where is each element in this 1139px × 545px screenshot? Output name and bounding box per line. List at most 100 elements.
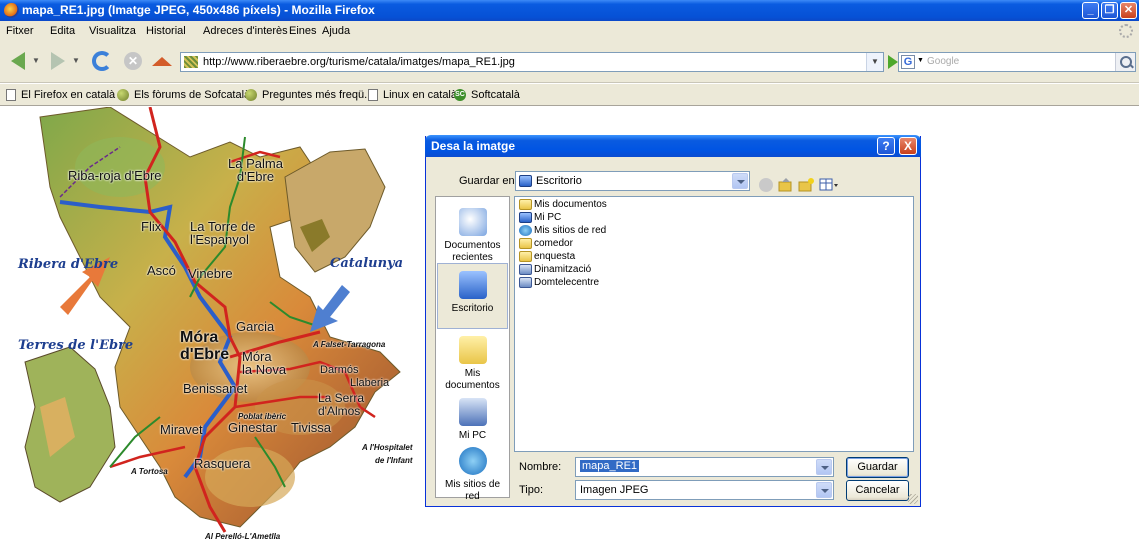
list-item[interactable]: enquesta [519,251,575,262]
menu-history[interactable]: Historial [146,25,186,37]
folder-icon [519,199,532,210]
file-type-value: Imagen JPEG [580,484,649,496]
page-icon [6,89,16,101]
view-menu-icon[interactable] [819,177,839,193]
menu-edit[interactable]: Edita [50,25,75,37]
address-bar[interactable]: http://www.riberaebre.org/turisme/catala… [180,52,884,72]
desktop-icon [458,271,487,299]
file-type-select[interactable]: Imagen JPEG [575,480,834,500]
map-label-garcia: Garcia [236,319,275,334]
map-label-hospitalet: A l'Hospitalet de l'Infant [362,443,413,465]
google-engine-icon[interactable]: G [901,55,915,69]
up-folder-icon[interactable] [778,177,794,193]
help-button[interactable]: ? [877,137,895,155]
filename-input[interactable]: mapa_RE1 [575,457,834,477]
url-text[interactable]: http://www.riberaebre.org/turisme/catala… [203,56,515,68]
menu-help[interactable]: Ajuda [322,25,350,37]
map-label-catalunya: Catalunya [330,256,404,271]
forward-button[interactable] [46,49,70,73]
map-label-miravet: Miravet [160,422,203,437]
home-button[interactable] [150,49,174,73]
forward-arrow-icon [51,52,65,70]
window-title: mapa_RE1.jpg (Imatge JPEG, 450x486 píxel… [22,3,375,17]
map-label-vinebre: Vinebre [188,266,233,281]
minimize-button[interactable]: _ [1082,2,1099,19]
type-label: Tipo: [519,484,544,496]
back-history-dropdown-icon[interactable]: ▼ [32,56,40,65]
save-button[interactable]: Guardar [846,457,909,478]
dialog-titlebar: Desa la imatge ? X [425,135,921,157]
places-bar: Documentos recientes Escritorio Mis docu… [435,196,510,502]
search-magnifier-icon[interactable] [1115,53,1135,71]
list-item[interactable]: Mi PC [519,212,561,223]
page-icon [368,89,378,101]
forward-history-dropdown-icon[interactable]: ▼ [72,56,80,65]
filename-value[interactable]: mapa_RE1 [580,460,640,472]
dialog-title: Desa la imatge [431,139,516,153]
stop-icon: ✕ [124,52,142,70]
map-label-la-palma: La Palma d'Ebre [228,156,283,184]
list-item[interactable]: Mis sitios de red [519,225,606,236]
map-label-mora-nova: Móra la Nova [242,349,287,377]
resize-grip-icon[interactable] [908,494,918,504]
bookmarks-toolbar: El Firefox en català Els fòrums de Sofca… [0,84,1139,106]
search-bar[interactable]: G ▼ Google [898,52,1136,72]
bookmark-firefox-catala[interactable]: El Firefox en català [6,89,115,101]
folder-icon [519,251,532,262]
go-button[interactable] [888,55,898,69]
network-icon [519,225,532,236]
save-in-label: Guardar en: [459,175,518,187]
url-dropdown-icon[interactable]: ▼ [866,53,883,71]
back-button[interactable] [6,49,30,73]
map-label-llaberia: Llaberia [350,377,390,389]
save-image-dialog: Desa la imatge ? X Guardar en: Escritori… [425,135,921,507]
list-item[interactable]: comedor [519,238,573,249]
map-label-tortosa: A Tortosa [131,467,168,476]
menu-tools[interactable]: Eines [289,25,317,37]
desktop-icon [519,175,532,187]
folder-icon [519,238,532,249]
bookmark-linux-catala[interactable]: Linux en català [368,89,457,101]
bookmark-softcatala[interactable]: SC Softcatalà [454,89,520,101]
file-type-dropdown-arrow-icon[interactable] [816,482,832,498]
engine-dropdown-icon[interactable]: ▼ [917,57,924,64]
place-network[interactable]: Mis sitios de red [437,443,508,502]
map-label-terres-ebre: Terres de l'Ebre [18,338,134,353]
new-folder-icon[interactable] [798,177,814,193]
bookmark-forums-softcatala[interactable]: Els fòrums de Sofcatalà [117,89,250,101]
search-placeholder[interactable]: Google [927,56,959,67]
network-places-icon [458,447,487,475]
globe-icon [117,89,129,101]
reload-icon [92,51,112,71]
map-label-rasquera: Rasquera [194,456,251,471]
place-desktop[interactable]: Escritorio [437,263,508,329]
save-in-dropdown[interactable]: Escritorio [515,171,750,191]
stop-button[interactable]: ✕ [121,49,145,73]
place-my-documents[interactable]: Mis documentos [437,329,508,395]
file-list: Mis documentos Mi PC Mis sitios de red c… [514,196,914,452]
save-in-dropdown-arrow-icon[interactable] [732,173,748,189]
close-window-button[interactable]: ✕ [1120,2,1137,19]
filename-dropdown-arrow-icon[interactable] [816,459,832,475]
map-label-perello: Al Perelló-L'Ametlla [205,532,281,541]
menu-view[interactable]: Visualitza [89,25,136,37]
dialog-close-button[interactable]: X [899,137,917,155]
map-label-benissanet: Benissanet [183,381,248,396]
back-arrow-icon [11,52,25,70]
list-item[interactable]: Domtelecentre [519,277,599,288]
bookmark-faq[interactable]: Preguntes més freqü... [245,89,373,101]
back-folder-icon[interactable] [759,178,773,192]
menu-bookmarks[interactable]: Adreces d'interès [203,25,288,37]
menu-file[interactable]: Fitxer [6,25,34,37]
list-item[interactable]: Mis documentos [519,199,607,210]
reload-button[interactable] [90,49,114,73]
place-recent-documents[interactable]: Documentos recientes [437,201,508,267]
shortcut-icon [519,264,532,275]
cancel-button[interactable]: Cancelar [846,480,909,501]
throbber-icon [1119,24,1133,38]
list-item[interactable]: Dinamització [519,264,591,275]
map-label-la-serra: La Serra d'Almos [318,391,365,418]
map-label-riba-roja: Riba-roja d'Ebre [68,168,162,183]
ribera-ebre-map-image: Riba-roja d'Ebre La Palma d'Ebre Flix La… [0,106,450,542]
restore-button[interactable]: ❐ [1101,2,1118,19]
